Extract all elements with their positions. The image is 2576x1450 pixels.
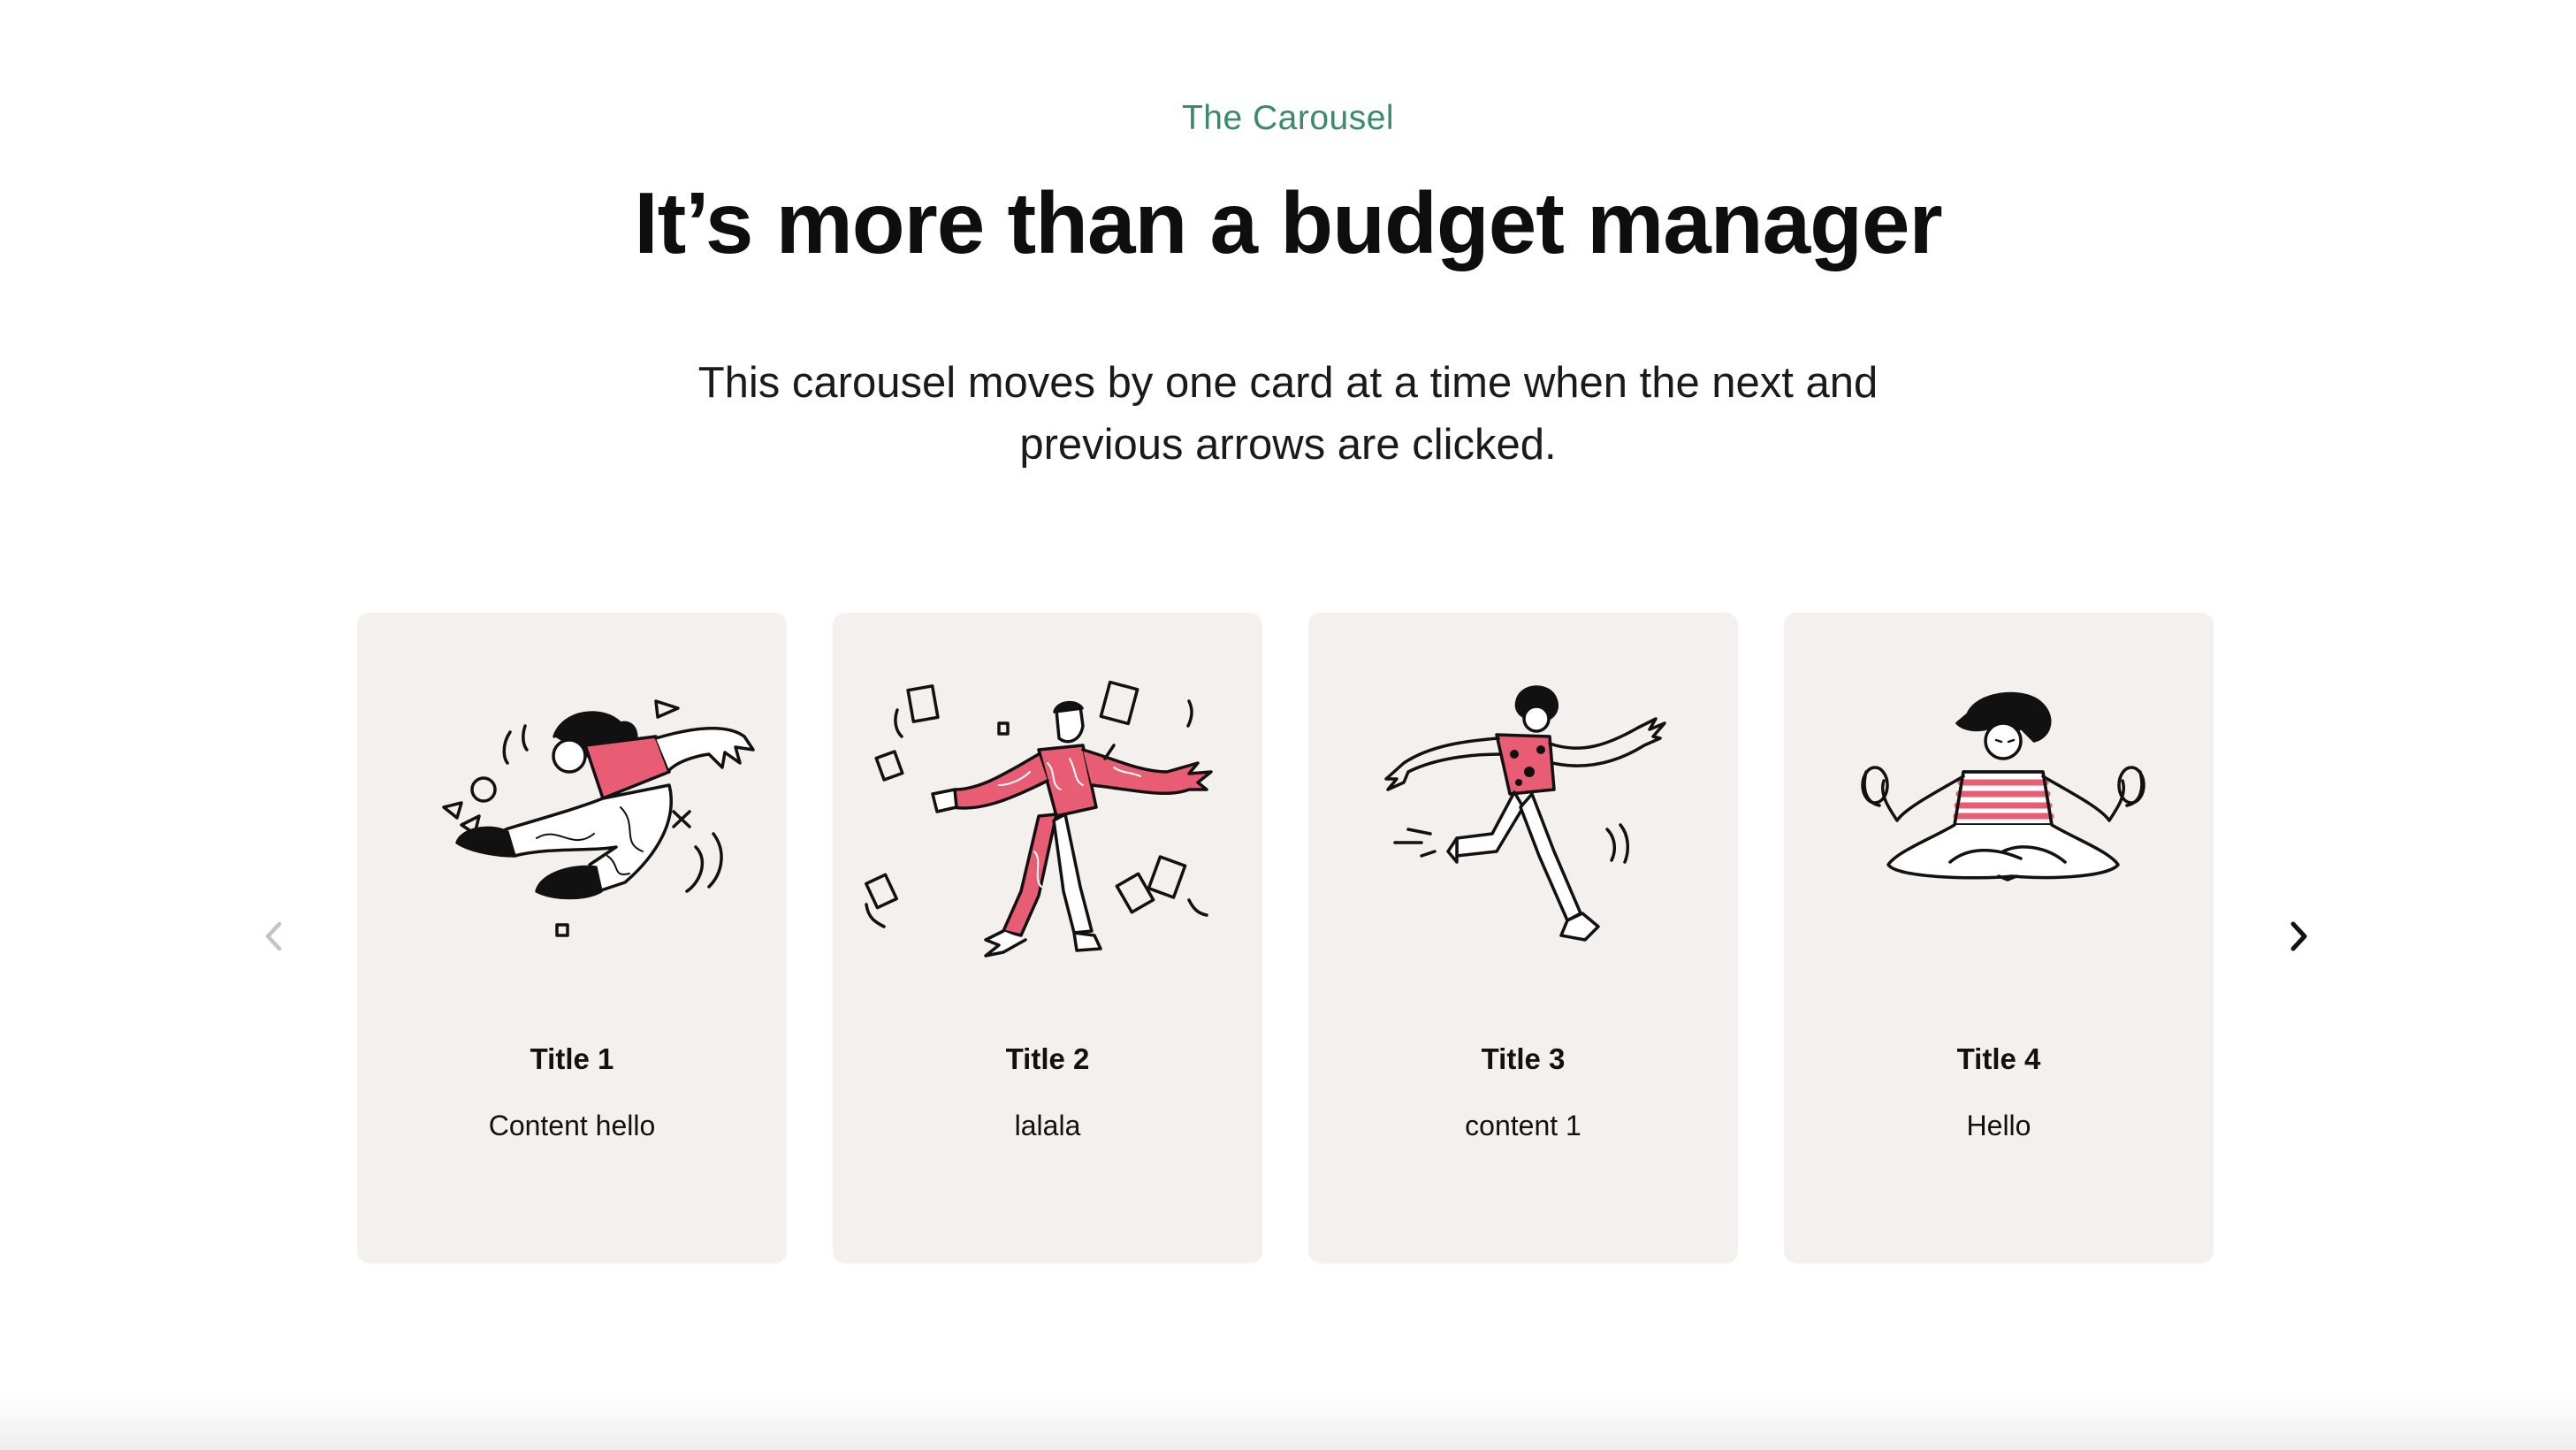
person-meditating-illustration <box>1800 675 2198 993</box>
section-description: This carousel moves by one card at a tim… <box>0 352 2576 476</box>
footer-shadow <box>0 1397 2576 1450</box>
description-line-2: previous arrows are clicked. <box>1019 421 1557 469</box>
card-title: Title 1 <box>530 1042 614 1075</box>
carousel-card-1[interactable]: Title 1 Content hello <box>357 613 787 1263</box>
description-line-1: This carousel moves by one card at a tim… <box>697 359 1879 407</box>
carousel-next-button[interactable] <box>2263 901 2334 972</box>
person-flying-illustration <box>373 675 771 993</box>
chevron-right-icon <box>2290 921 2307 951</box>
card-title: Title 2 <box>1005 1042 1090 1075</box>
eyebrow-label: The Carousel <box>1181 99 1395 137</box>
card-content: Content hello <box>488 1110 656 1141</box>
person-juggling-papers-illustration <box>849 675 1246 993</box>
card-content: Hello <box>1966 1110 2031 1141</box>
section-heading: It’s more than a budget manager <box>634 174 1942 271</box>
card-title: Title 3 <box>1481 1042 1566 1075</box>
person-running-illustration <box>1324 675 1722 993</box>
chevron-left-icon <box>265 921 282 951</box>
card-content: content 1 <box>1465 1110 1581 1141</box>
card-content: lalala <box>1014 1110 1081 1141</box>
carousel-card-4[interactable]: Title 4 Hello <box>1784 613 2214 1263</box>
carousel-card-2[interactable]: Title 2 lalala <box>833 613 1262 1263</box>
carousel-prev-button[interactable] <box>239 901 309 972</box>
card-title: Title 4 <box>1956 1042 2041 1075</box>
carousel: Title 1 Content hello Title 2 lalala Tit… <box>0 613 2576 1263</box>
carousel-card-3[interactable]: Title 3 content 1 <box>1308 613 1738 1263</box>
